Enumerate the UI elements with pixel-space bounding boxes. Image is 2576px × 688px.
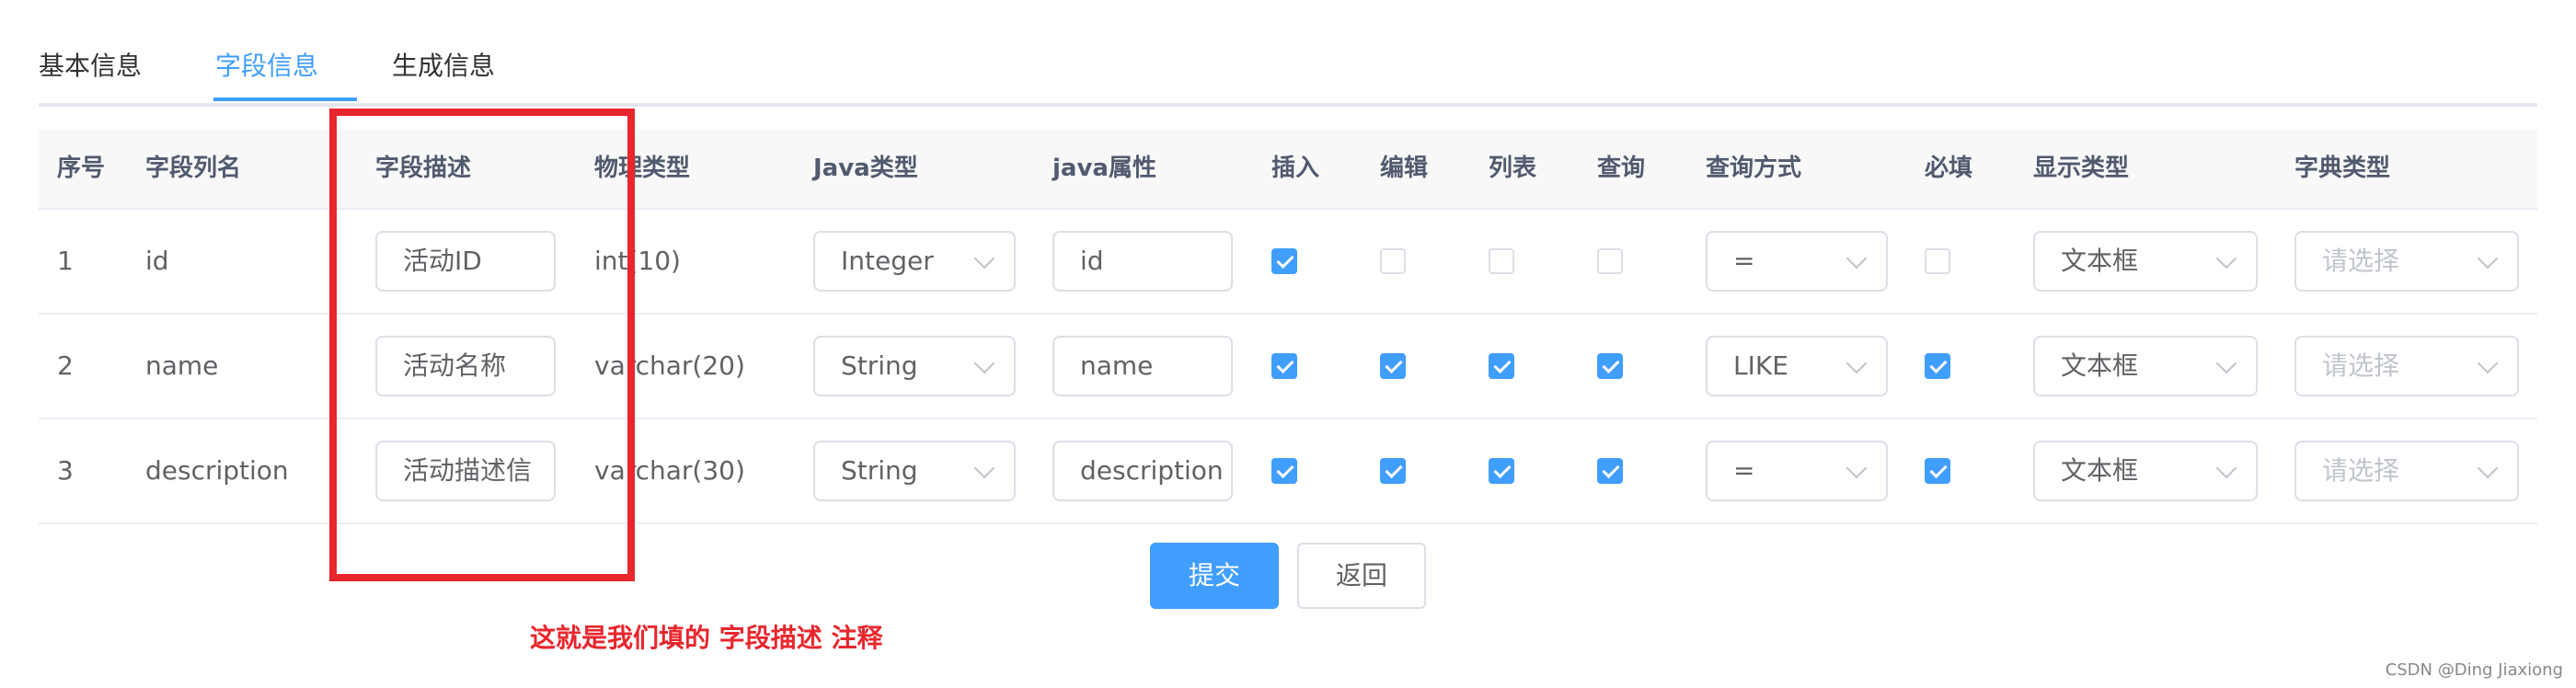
tab-bar: 基本信息 字段信息 生成信息 [39, 0, 2537, 107]
query-checkbox[interactable] [1597, 248, 1623, 274]
column-name: description [145, 455, 289, 486]
java-field-input[interactable]: description [1052, 441, 1233, 501]
back-button[interactable]: 返回 [1297, 543, 1426, 609]
java-field-input[interactable]: name [1052, 336, 1233, 396]
required-checkbox[interactable] [1925, 353, 1950, 379]
chevron-down-icon [2215, 352, 2237, 374]
header-column-name: 字段列名 [145, 155, 242, 182]
html-type-value: 文本框 [2061, 455, 2139, 486]
query-type-select[interactable]: LIKE [1706, 336, 1888, 396]
row-index: 1 [57, 246, 74, 276]
html-type-select[interactable]: 文本框 [2033, 336, 2258, 396]
required-checkbox[interactable] [1925, 248, 1950, 274]
query-type-select[interactable]: = [1706, 441, 1888, 501]
column-name: id [145, 246, 169, 276]
chevron-down-icon [973, 247, 995, 269]
java-type-value: String [841, 350, 918, 381]
list-checkbox[interactable] [1489, 458, 1514, 484]
annotation-text: 这就是我们填的 字段描述 注释 [530, 623, 883, 653]
column-name: name [145, 350, 219, 381]
dict-type-placeholder: 请选择 [2322, 246, 2400, 276]
insert-checkbox[interactable] [1271, 248, 1297, 274]
query-checkbox[interactable] [1597, 458, 1623, 484]
java-type-select[interactable]: Integer [813, 231, 1016, 292]
header-index: 序号 [57, 155, 106, 182]
html-type-value: 文本框 [2061, 350, 2139, 381]
html-type-value: 文本框 [2061, 246, 2139, 276]
chevron-down-icon [2477, 352, 2499, 374]
java-type-select[interactable]: String [813, 336, 1016, 396]
query-type-select[interactable]: = [1706, 231, 1888, 292]
edit-checkbox[interactable] [1380, 458, 1406, 484]
chevron-down-icon [1846, 247, 1868, 269]
header-query: 查询 [1597, 155, 1646, 182]
chevron-down-icon [2215, 247, 2237, 269]
header-insert: 插入 [1271, 155, 1320, 182]
chevron-down-icon [2477, 457, 2499, 479]
header-edit: 编辑 [1380, 155, 1429, 182]
watermark: CSDN @Ding Jiaxiong [2385, 660, 2563, 680]
java-type-value: String [841, 455, 918, 486]
active-tab-indicator [213, 97, 357, 101]
java-field-input[interactable]: id [1052, 231, 1233, 292]
dict-type-select[interactable]: 请选择 [2294, 231, 2519, 292]
submit-button[interactable]: 提交 [1150, 543, 1279, 609]
row-index: 3 [57, 455, 74, 486]
chevron-down-icon [2215, 457, 2237, 479]
dict-type-placeholder: 请选择 [2322, 350, 2400, 381]
list-checkbox[interactable] [1489, 248, 1514, 274]
query-type-value: = [1733, 246, 1755, 276]
tab-basic-info[interactable]: 基本信息 [39, 48, 142, 85]
chevron-down-icon [973, 352, 995, 374]
query-checkbox[interactable] [1597, 353, 1623, 379]
header-list: 列表 [1489, 155, 1537, 182]
query-type-value: = [1733, 455, 1755, 486]
chevron-down-icon [973, 457, 995, 479]
list-checkbox[interactable] [1489, 353, 1514, 379]
header-dict-type: 字典类型 [2294, 155, 2391, 182]
query-type-value: LIKE [1733, 350, 1788, 381]
header-java-type: Java类型 [813, 155, 918, 182]
insert-checkbox[interactable] [1271, 458, 1297, 484]
annotation-highlight-box [329, 109, 635, 581]
html-type-select[interactable]: 文本框 [2033, 441, 2258, 501]
row-index: 2 [57, 350, 74, 381]
tab-field-info[interactable]: 字段信息 [215, 48, 318, 85]
edit-checkbox[interactable] [1380, 248, 1406, 274]
insert-checkbox[interactable] [1271, 353, 1297, 379]
html-type-select[interactable]: 文本框 [2033, 231, 2258, 292]
java-type-select[interactable]: String [813, 441, 1016, 501]
header-java-field: java属性 [1052, 155, 1156, 182]
header-query-type: 查询方式 [1706, 155, 1802, 182]
tab-generate-info[interactable]: 生成信息 [392, 48, 495, 85]
chevron-down-icon [1846, 352, 1868, 374]
dict-type-placeholder: 请选择 [2322, 455, 2400, 486]
header-html-type: 显示类型 [2033, 155, 2130, 182]
java-type-value: Integer [841, 246, 934, 276]
dict-type-select[interactable]: 请选择 [2294, 441, 2519, 501]
edit-checkbox[interactable] [1380, 353, 1406, 379]
header-required: 必填 [1925, 155, 1973, 182]
required-checkbox[interactable] [1925, 458, 1950, 484]
dict-type-select[interactable]: 请选择 [2294, 336, 2519, 396]
chevron-down-icon [1846, 457, 1868, 479]
chevron-down-icon [2477, 247, 2499, 269]
